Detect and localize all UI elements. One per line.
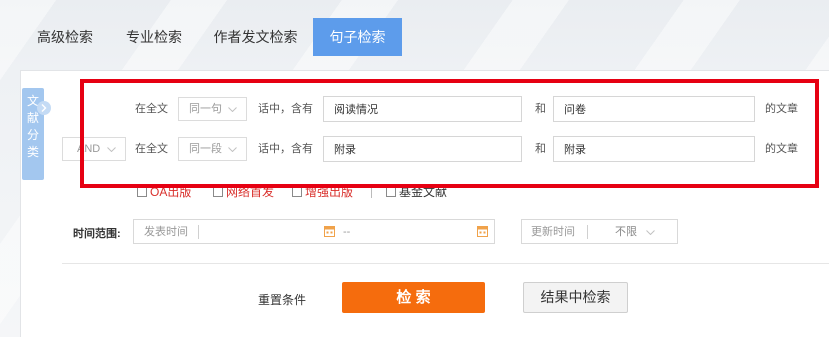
search-button[interactable]: 检 索 bbox=[342, 282, 485, 313]
reset-conditions-link[interactable]: 重置条件 bbox=[258, 291, 306, 308]
checkbox-enhanced[interactable] bbox=[292, 187, 302, 197]
filter-label-online-first[interactable]: 网络首发 bbox=[226, 185, 274, 199]
expand-handle[interactable] bbox=[37, 101, 51, 115]
field-divider bbox=[587, 225, 588, 239]
tab-advanced-search[interactable]: 高级检索 bbox=[24, 18, 106, 56]
time-range-label: 时间范围: bbox=[73, 228, 121, 240]
field-divider bbox=[198, 225, 199, 239]
section-divider bbox=[62, 263, 829, 264]
contain-label: 话中，含有 bbox=[258, 103, 313, 115]
search-in-results-button[interactable]: 结果中检索 bbox=[523, 282, 628, 313]
tab-professional-search[interactable]: 专业检索 bbox=[113, 18, 195, 56]
date-range-separator: -- bbox=[343, 226, 351, 238]
chevron-right-icon bbox=[41, 104, 47, 112]
suffix-label: 的文章 bbox=[765, 143, 798, 155]
calendar-icon[interactable] bbox=[477, 225, 488, 237]
conjunction-label: 和 bbox=[535, 143, 546, 155]
tab-author-search[interactable]: 作者发文检索 bbox=[205, 18, 306, 56]
unit-select[interactable]: 同一句 bbox=[178, 97, 247, 121]
keyword-input-2[interactable] bbox=[553, 96, 755, 122]
tab-sentence-search[interactable]: 句子检索 bbox=[313, 18, 402, 56]
chevron-down-icon bbox=[228, 147, 237, 152]
scope-label: 在全文 bbox=[135, 143, 168, 155]
checkbox-oa[interactable] bbox=[137, 187, 147, 197]
keyword-input-1[interactable] bbox=[323, 96, 522, 122]
publish-date-range[interactable]: 发表时间 -- bbox=[133, 219, 495, 244]
unit-select-value: 同一句 bbox=[189, 103, 222, 115]
filter-divider bbox=[371, 185, 372, 198]
update-time-value: 不限 bbox=[615, 226, 637, 238]
calendar-icon[interactable] bbox=[324, 225, 335, 237]
conjunction-label: 和 bbox=[535, 103, 546, 115]
publish-date-label: 发表时间 bbox=[144, 226, 188, 238]
filter-label-oa[interactable]: OA出版 bbox=[150, 185, 191, 199]
unit-select[interactable]: 同一段 bbox=[178, 137, 247, 161]
update-time-select[interactable]: 更新时间 不限 bbox=[521, 219, 678, 244]
keyword-input-4[interactable] bbox=[553, 136, 755, 162]
chevron-down-icon bbox=[228, 107, 237, 112]
suffix-label: 的文章 bbox=[765, 103, 798, 115]
filter-label-enhanced[interactable]: 增强出版 bbox=[305, 185, 353, 199]
scope-label: 在全文 bbox=[135, 103, 168, 115]
chevron-down-icon bbox=[107, 147, 116, 152]
update-time-label: 更新时间 bbox=[531, 226, 575, 238]
contain-label: 话中，含有 bbox=[258, 143, 313, 155]
filter-label-fund[interactable]: 基金文献 bbox=[399, 185, 447, 199]
logic-select-value: AND bbox=[77, 143, 101, 155]
logic-select[interactable]: AND bbox=[62, 137, 126, 161]
unit-select-value: 同一段 bbox=[189, 143, 222, 155]
checkbox-online-first[interactable] bbox=[213, 187, 223, 197]
checkbox-fund[interactable] bbox=[386, 187, 396, 197]
chevron-down-icon bbox=[646, 230, 655, 235]
keyword-input-3[interactable] bbox=[323, 136, 522, 162]
